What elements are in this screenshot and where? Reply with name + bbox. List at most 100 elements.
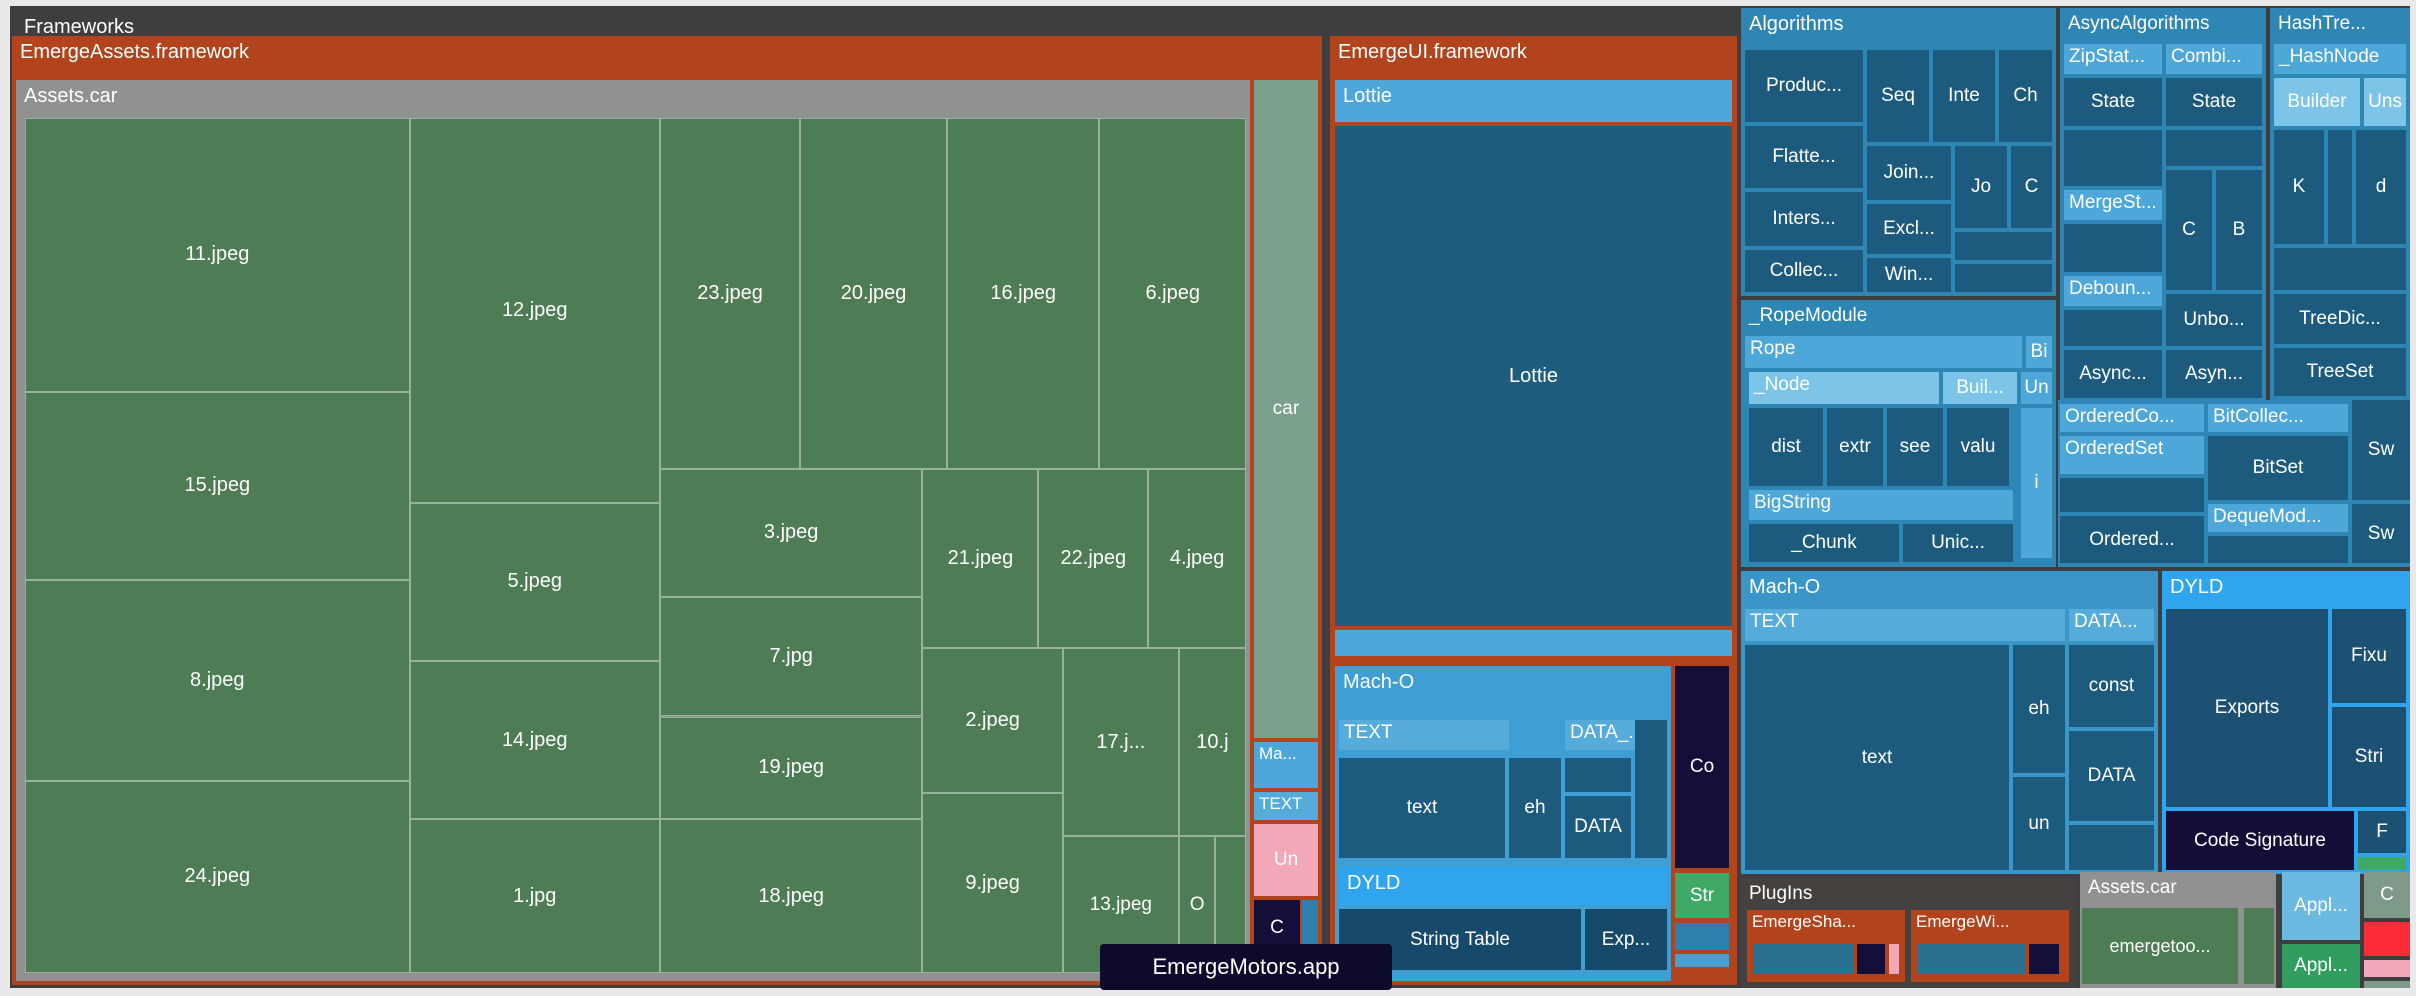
tile-c-async[interactable]: C	[2166, 170, 2212, 290]
tile-str[interactable]: Str	[1675, 873, 1729, 918]
tile-treedic[interactable]: TreeDic...	[2274, 294, 2406, 344]
subheader-text-right[interactable]: TEXT	[1745, 609, 2065, 641]
tile-data-right[interactable]: DATA	[2069, 731, 2154, 821]
tile-flatte[interactable]: Flatte...	[1745, 126, 1863, 188]
tile-stri[interactable]: Stri	[2332, 707, 2406, 807]
tile-11-jpeg[interactable]: 11.jpeg	[25, 118, 410, 392]
tile-12-jpeg[interactable]: 12.jpeg	[410, 118, 660, 503]
tile-10-jpeg[interactable]: 10.j	[1179, 648, 1246, 836]
tile-join[interactable]: Join...	[1867, 146, 1951, 200]
tile-emergewi[interactable]: EmergeWi...	[1911, 910, 2069, 982]
tile-uns[interactable]: Uns	[2364, 78, 2406, 126]
section-emergeassets-framework[interactable]: EmergeAssets.framework Assets.car 11.jpe…	[12, 36, 1322, 985]
tile-asyn[interactable]: Asyn...	[2166, 350, 2262, 398]
tile-emergesha-sub2[interactable]	[1857, 944, 1885, 974]
tile-7-jpg[interactable]: 7.jpg	[660, 597, 923, 717]
tile-orderedset[interactable]: OrderedSet	[2060, 436, 2204, 474]
tile-6-jpeg[interactable]: 6.jpeg	[1099, 118, 1246, 469]
tile-fixu[interactable]: Fixu	[2332, 609, 2406, 703]
tile-emergetoo[interactable]: emergetoo...	[2082, 908, 2238, 984]
tile-lottie[interactable]: Lottie	[1335, 126, 1732, 626]
tile-see[interactable]: see	[1887, 408, 1943, 486]
tile-unlabeled-co1[interactable]	[1675, 923, 1729, 950]
tile-unlabeled-ord2[interactable]	[2208, 536, 2348, 563]
tile-b-async[interactable]: B	[2216, 170, 2262, 290]
tile-5-jpeg[interactable]: 5.jpeg	[410, 503, 660, 661]
tile-c-algorithms[interactable]: C	[2011, 146, 2052, 228]
subheader-zipstat[interactable]: ZipStat...	[2064, 44, 2162, 74]
module-macho-right[interactable]: Mach-O TEXT text eh un DATA... const DAT…	[1741, 571, 2158, 874]
tile-exports[interactable]: Exports	[2166, 609, 2328, 807]
tile-un-mini[interactable]: Un	[1254, 824, 1318, 896]
tile-emergewi-sub2[interactable]	[2029, 944, 2059, 974]
tile-bitset[interactable]: BitSet	[2208, 436, 2348, 500]
subheader-node[interactable]: _Node	[1749, 372, 1939, 404]
tile-extr[interactable]: extr	[1827, 408, 1883, 486]
section-emergeui-framework[interactable]: EmergeUI.framework Lottie Lottie Mach-O …	[1330, 36, 1737, 985]
tile-emergewi-sub1[interactable]	[1917, 944, 2025, 974]
tile-un-right[interactable]: un	[2013, 777, 2065, 870]
tile-unlabeled-async1[interactable]	[2064, 130, 2162, 186]
tile-collec[interactable]: Collec...	[1745, 250, 1863, 292]
tile-c-edge[interactable]: C	[2364, 872, 2410, 918]
tile-22-jpeg[interactable]: 22.jpeg	[1038, 469, 1148, 649]
tile-emergesha-sub1[interactable]	[1753, 944, 1853, 974]
section-macho-mid[interactable]: Mach-O TEXT text eh DATA_... DATA DYLD S…	[1335, 666, 1671, 981]
dyld-mid-header[interactable]: DYLD	[1339, 867, 1667, 905]
tile-const[interactable]: const	[2069, 645, 2154, 727]
tile-1-jpg[interactable]: 1.jpg	[410, 819, 660, 973]
tile-macho-mini[interactable]: Ma...	[1254, 742, 1318, 788]
tile-seq[interactable]: Seq	[1867, 50, 1929, 142]
tile-valu[interactable]: valu	[1947, 408, 2009, 486]
tile-code-signature[interactable]: Code Signature	[2166, 811, 2354, 870]
tile-sw-2[interactable]: Sw	[2352, 504, 2410, 563]
tile-async[interactable]: Async...	[2064, 350, 2162, 398]
tile-un-node[interactable]: Un	[2021, 372, 2052, 404]
tile-data-mid[interactable]: DATA	[1565, 796, 1631, 858]
tile-unlabeled-strip[interactable]	[1335, 630, 1732, 656]
tile-excl[interactable]: Excl...	[1867, 204, 1951, 254]
tile-3-jpeg[interactable]: 3.jpeg	[660, 469, 923, 597]
tile-unlabeled-async2[interactable]	[2064, 224, 2162, 272]
module-hashtree[interactable]: HashTre... _HashNode Builder Uns K d Tre…	[2270, 8, 2410, 400]
tile-unic[interactable]: Unic...	[1903, 524, 2013, 562]
tile-state-1[interactable]: State	[2064, 78, 2162, 126]
module-dyld-right[interactable]: DYLD Exports Fixu Stri Code Signature F	[2162, 571, 2410, 874]
section-assets-car-bottom[interactable]: Assets.car emergetoo...	[2080, 872, 2276, 988]
tile-treeset[interactable]: TreeSet	[2274, 348, 2406, 396]
tile-unlabeled-alg2[interactable]	[1955, 264, 2052, 292]
tile-chunk[interactable]: _Chunk	[1749, 524, 1899, 562]
tile-emergesha-sub3[interactable]	[1889, 944, 1899, 974]
tile-builder[interactable]: Builder	[2274, 78, 2360, 126]
tile-unlabeled-co2[interactable]	[1675, 954, 1729, 967]
tile-bi[interactable]: Bi	[2026, 336, 2052, 368]
tile-unbo[interactable]: Unbo...	[2166, 294, 2262, 346]
subheader-data-right[interactable]: DATA...	[2069, 609, 2154, 641]
tile-jo[interactable]: Jo	[1955, 146, 2007, 228]
subheader-orderedco[interactable]: OrderedCo...	[2060, 404, 2204, 432]
tile-eh-right[interactable]: eh	[2013, 645, 2065, 773]
tile-24-jpeg[interactable]: 24.jpeg	[25, 781, 410, 973]
tile-unlabeled-hash2[interactable]	[2274, 248, 2406, 290]
tile-unlabeled-hash1[interactable]	[2328, 130, 2352, 244]
tile-buil[interactable]: Buil...	[1943, 372, 2017, 404]
tile-unlabeled-async4[interactable]	[2166, 130, 2262, 166]
tile-21-jpeg[interactable]: 21.jpeg	[922, 469, 1038, 649]
tile-sw-1[interactable]: Sw	[2352, 400, 2410, 500]
tile-text-right[interactable]: text	[1745, 645, 2009, 870]
tile-inters[interactable]: Inters...	[1745, 192, 1863, 246]
tile-co[interactable]: Co	[1675, 666, 1729, 868]
lottie-header[interactable]: Lottie	[1335, 80, 1732, 122]
subheader-bitcollec[interactable]: BitCollec...	[2208, 404, 2348, 432]
tile-d[interactable]: d	[2356, 130, 2406, 244]
tile-23-jpeg[interactable]: 23.jpeg	[660, 118, 800, 469]
tile-dist[interactable]: dist	[1749, 408, 1823, 486]
tile-unlabeled-ord1[interactable]	[2060, 478, 2204, 512]
module-ropemodule[interactable]: _RopeModule Rope Bi _Node Buil... Un dis…	[1741, 300, 2056, 567]
tile-19-jpeg[interactable]: 19.jpeg	[660, 717, 923, 820]
subheader-combi[interactable]: Combi...	[2166, 44, 2262, 74]
tile-i[interactable]: i	[2021, 408, 2052, 558]
tile-state-2[interactable]: State	[2166, 78, 2262, 126]
tile-unlabeled-vertical[interactable]	[1635, 720, 1667, 858]
tile-unlabeled-alg1[interactable]	[1955, 232, 2052, 260]
